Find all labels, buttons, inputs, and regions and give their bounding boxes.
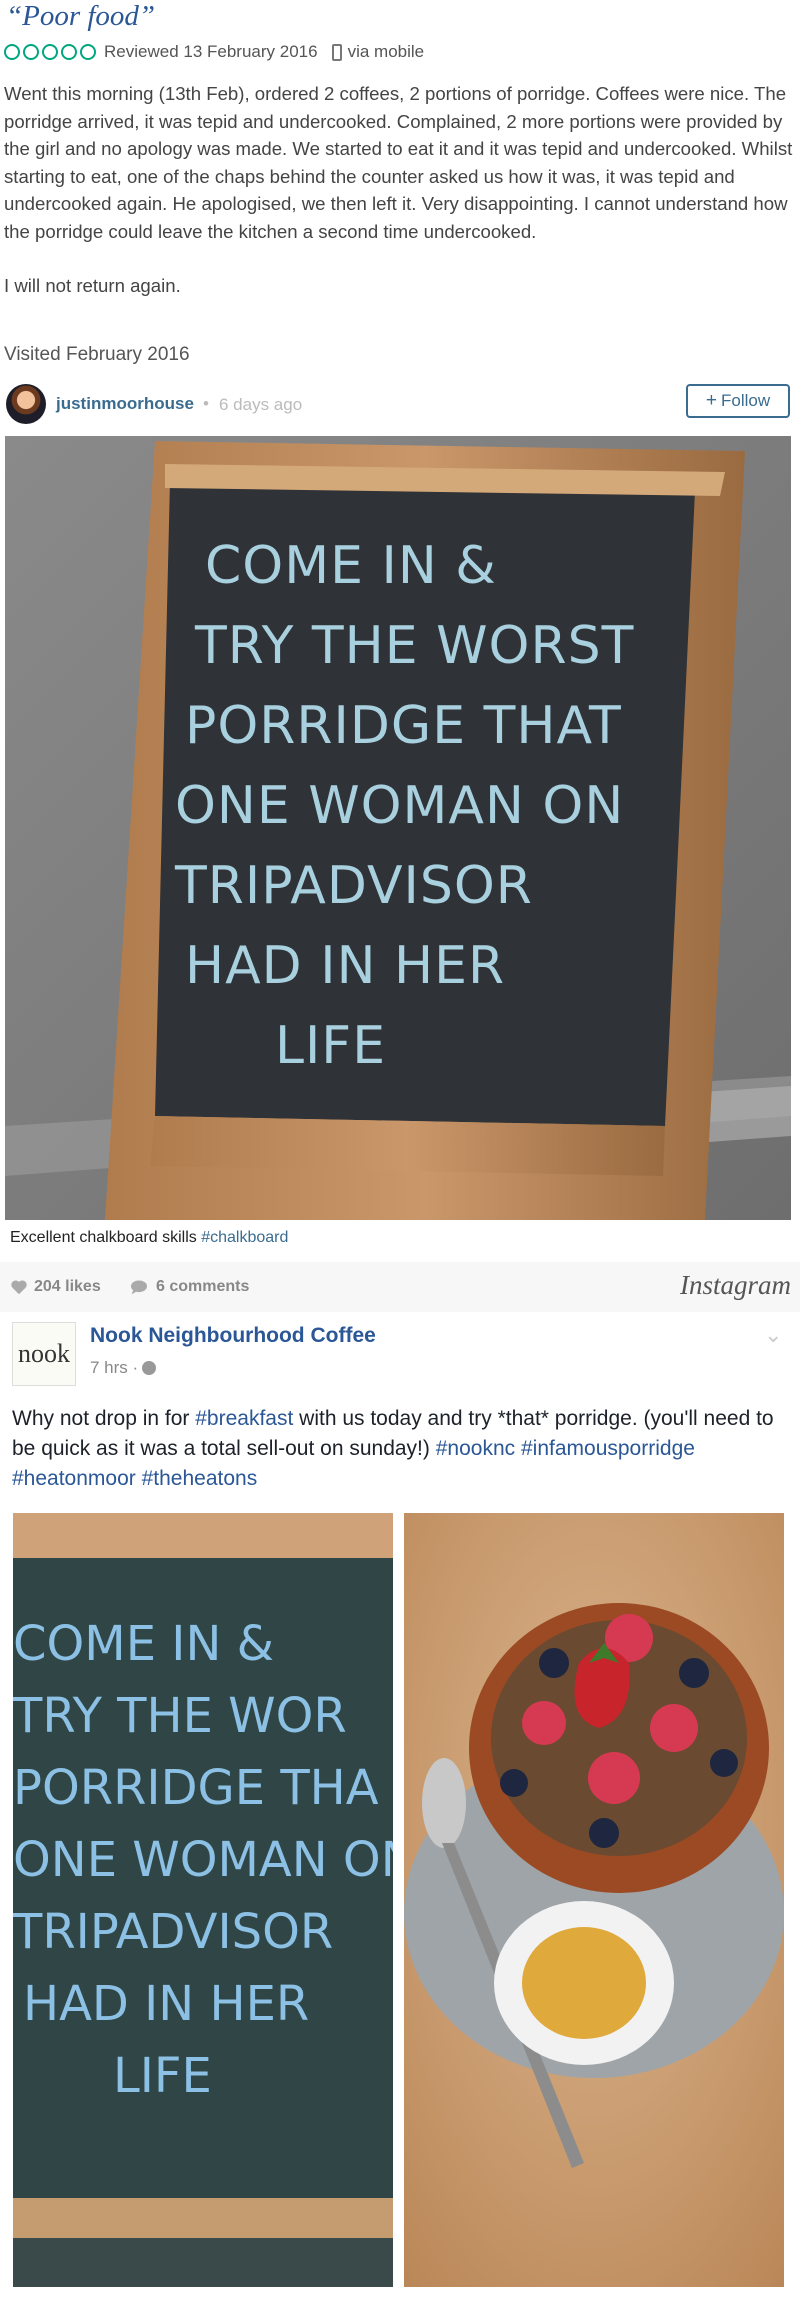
board-line: TRIPADVISOR — [13, 1904, 334, 1960]
follow-label: Follow — [720, 391, 771, 410]
board-line: ONE WOMAN ON — [175, 776, 625, 836]
review-paragraph: Went this morning (13th Feb), ordered 2 … — [4, 83, 793, 242]
page-logo-text: nook — [18, 1339, 70, 1368]
instagram-logo[interactable]: Instagram — [680, 1270, 791, 1301]
rating-bubble-icon — [61, 44, 77, 60]
page-avatar[interactable]: nook — [12, 1322, 76, 1386]
hashtag-link[interactable]: #breakfast — [195, 1407, 293, 1430]
board-line: HAD IN HER — [23, 1976, 310, 2032]
board-line: LIFE — [275, 1016, 387, 1076]
board-line: TRIPADVISOR — [175, 856, 533, 916]
likes-label: 204 likes — [34, 1278, 101, 1295]
review-paragraph: I will not return again. — [4, 275, 181, 296]
instagram-username[interactable]: justinmoorhouse — [56, 394, 194, 414]
avatar[interactable] — [6, 384, 46, 424]
post-time[interactable]: 7 hrs · — [90, 1358, 138, 1378]
plus-icon: + — [705, 390, 717, 411]
board-line: PORRIDGE THA — [13, 1760, 379, 1816]
post-text: Why not drop in for #breakfast with us t… — [12, 1404, 792, 1494]
post-time: 6 days ago — [219, 395, 303, 414]
page-name[interactable]: Nook Neighbourhood Coffee — [90, 1324, 376, 1348]
board-line: COME IN & — [13, 1616, 275, 1672]
separator-dot: • — [203, 394, 209, 413]
likes-count[interactable]: 204 likes — [10, 1278, 101, 1296]
rating-bubble-icon — [4, 44, 20, 60]
board-line: PORRIDGE THAT — [185, 696, 622, 756]
comments-label: 6 comments — [156, 1278, 250, 1295]
porridge-bowl-photo[interactable] — [404, 1513, 784, 2287]
board-line: TRY THE WORST — [195, 616, 635, 676]
review-card: “Poor food” Reviewed 13 February 2016 vi… — [0, 0, 800, 380]
chalkboard-photo[interactable]: COME IN & TRY THE WORST PORRIDGE THAT ON… — [5, 436, 791, 1220]
chalkboard-text: COME IN & TRY THE WOR PORRIDGE THA ONE W… — [13, 1608, 393, 2112]
board-line: LIFE — [113, 2048, 212, 2104]
follow-button[interactable]: + Follow — [686, 384, 790, 418]
globe-icon — [142, 1361, 157, 1375]
board-line: HAD IN HER — [185, 936, 506, 996]
rating-bubbles — [4, 44, 96, 60]
hashtag-link[interactable]: #theheatons — [142, 1467, 258, 1490]
hashtag-link[interactable]: #nooknc — [436, 1437, 515, 1460]
instagram-header: justinmoorhouse • 6 days ago + Follow — [0, 378, 800, 434]
hashtag-link[interactable]: #infamousporridge — [521, 1437, 695, 1460]
chalkboard-closeup-photo[interactable]: COME IN & TRY THE WOR PORRIDGE THA ONE W… — [13, 1513, 393, 2287]
review-title[interactable]: “Poor food” — [6, 0, 155, 33]
hashtag-link[interactable]: #heatonmoor — [12, 1467, 136, 1490]
chalkboard-text: COME IN & TRY THE WORST PORRIDGE THAT ON… — [175, 526, 675, 1086]
visited-date: Visited February 2016 — [4, 344, 190, 365]
rating-bubble-icon — [80, 44, 96, 60]
review-via: via mobile — [347, 42, 425, 61]
rating-bubble-icon — [23, 44, 39, 60]
chevron-down-icon[interactable]: ⌄ — [764, 1322, 782, 1348]
instagram-footer: 204 likes 6 comments Instagram — [0, 1262, 800, 1312]
board-line: ONE WOMAN ON — [13, 1832, 393, 1888]
post-meta: 7 hrs · — [90, 1358, 157, 1378]
caption-text: Excellent chalkboard skills — [10, 1229, 197, 1246]
review-body: Went this morning (13th Feb), ordered 2 … — [4, 80, 794, 300]
hashtag-link[interactable]: #chalkboard — [201, 1229, 288, 1246]
heart-icon — [11, 1280, 27, 1295]
mobile-phone-icon — [331, 43, 342, 61]
comment-icon — [131, 1280, 147, 1295]
review-date: Reviewed 13 February 2016 — [104, 42, 318, 61]
board-line: COME IN & — [205, 536, 497, 596]
instagram-caption: Excellent chalkboard skills #chalkboard — [10, 1229, 288, 1247]
post-text-part: Why not drop in for — [12, 1407, 196, 1430]
rating-bubble-icon — [42, 44, 58, 60]
board-line: TRY THE WOR — [13, 1688, 347, 1744]
rating-row: Reviewed 13 February 2016 via mobile — [4, 42, 424, 62]
comments-count[interactable]: 6 comments — [130, 1278, 249, 1296]
